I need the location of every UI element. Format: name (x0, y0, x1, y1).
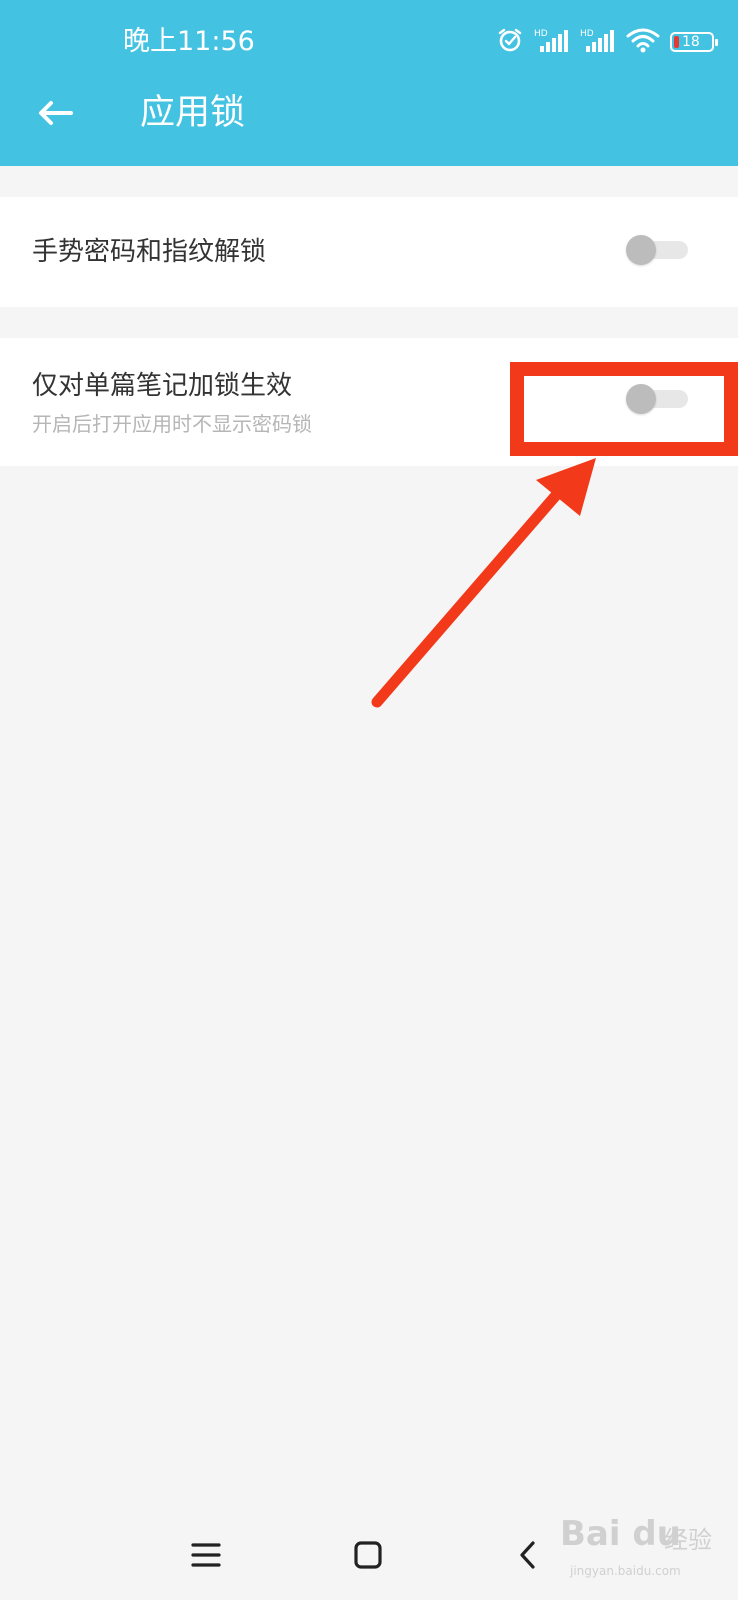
app-lock-settings-screen: 晚上11:56 HD HD 18 应用锁 手势密码和指纹解锁 仅对单篇笔记加锁生… (0, 0, 738, 1600)
system-back-button[interactable] (500, 1530, 556, 1580)
recent-apps-button[interactable] (178, 1530, 234, 1580)
watermark-url: jingyan.baidu.com (570, 1564, 681, 1578)
pointer-arrow (371, 458, 596, 708)
watermark-suffix: 经验 (664, 1526, 712, 1554)
menu-icon (191, 1543, 221, 1567)
home-button[interactable] (340, 1530, 396, 1580)
watermark: Bai du 经验 jingyan.baidu.com (560, 1504, 730, 1594)
home-icon (354, 1541, 382, 1569)
watermark-brand: Bai du (560, 1514, 681, 1554)
back-chevron-icon (520, 1541, 535, 1569)
